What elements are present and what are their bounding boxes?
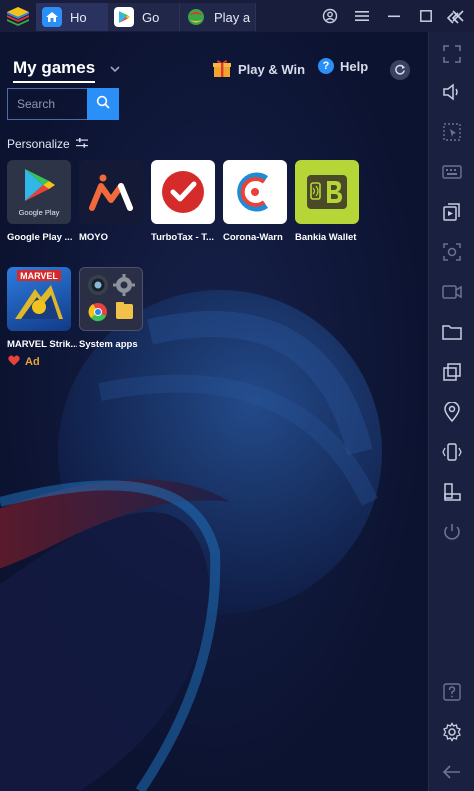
- record-icon[interactable]: [440, 280, 464, 304]
- page-title[interactable]: My games: [13, 58, 96, 83]
- home-icon: [42, 7, 62, 27]
- help-label: Help: [340, 58, 369, 74]
- app-google-play[interactable]: Google Play Google Play ...: [7, 160, 77, 243]
- game-ball-icon: [186, 7, 206, 27]
- shake-icon[interactable]: [440, 440, 464, 464]
- google-play-caption: Google Play: [18, 208, 60, 217]
- back-icon[interactable]: [440, 760, 464, 784]
- settings-icon[interactable]: [440, 720, 464, 744]
- app-label: System apps: [79, 339, 138, 350]
- refresh-icon[interactable]: [390, 60, 410, 80]
- app-label: Corona-Warn: [223, 232, 283, 243]
- play-and-win-label: Play & Win: [238, 62, 306, 77]
- google-play-icon: [114, 7, 134, 27]
- system-apps-folder-icon: [79, 267, 143, 331]
- app-bankia-wallet[interactable]: Bankia Wallet: [295, 160, 365, 243]
- menu-icon[interactable]: [346, 0, 378, 32]
- turbotax-app-icon: [151, 160, 215, 224]
- home-screen: My games Play & Win ? Help Search Person…: [0, 32, 428, 791]
- device-rotate-icon[interactable]: [440, 480, 464, 504]
- app-label: MARVEL Strik...: [7, 339, 77, 350]
- svg-text:MARVEL: MARVEL: [20, 271, 58, 281]
- app-label: MOYO: [79, 232, 109, 243]
- marvel-strike-force-app-icon: MARVEL: [7, 267, 71, 331]
- app-label: TurboTax - T...: [151, 232, 214, 243]
- tab-label: Ho: [70, 9, 87, 25]
- app-moyo[interactable]: MOYO: [79, 160, 149, 243]
- search-box: [7, 88, 119, 120]
- gift-icon: [212, 58, 232, 81]
- ad-badge: Ad: [8, 355, 40, 369]
- volume-icon[interactable]: [440, 80, 464, 104]
- app-label: Google Play ...: [7, 232, 73, 243]
- account-icon[interactable]: [314, 0, 346, 32]
- tab-home[interactable]: Ho: [36, 3, 108, 31]
- tab-play-and-win[interactable]: Play a: [180, 3, 256, 31]
- folder-icon[interactable]: [440, 320, 464, 344]
- header: My games Play & Win ? Help: [0, 54, 428, 88]
- location-icon[interactable]: [440, 400, 464, 424]
- chevron-down-icon[interactable]: [108, 62, 122, 76]
- app-label: Bankia Wallet: [295, 232, 357, 243]
- fullscreen-icon[interactable]: [440, 42, 464, 66]
- search-input[interactable]: [7, 88, 87, 120]
- app-corona-warn[interactable]: Corona-Warn: [223, 160, 293, 243]
- help-circle-icon: ?: [318, 58, 334, 74]
- help-button[interactable]: ? Help: [318, 58, 368, 74]
- select-icon[interactable]: [440, 120, 464, 144]
- app-marvel-strike-force[interactable]: MARVEL MARVEL Strik...: [7, 267, 77, 350]
- google-play-app-icon: Google Play: [7, 160, 71, 224]
- personalize-button[interactable]: Personalize: [7, 137, 88, 151]
- search-button[interactable]: [87, 88, 119, 120]
- app-turbotax[interactable]: TurboTax - T...: [151, 160, 221, 243]
- personalize-label: Personalize: [7, 137, 70, 151]
- keyboard-icon[interactable]: [440, 160, 464, 184]
- tab-label: Play a: [214, 9, 251, 25]
- title-bar: Ho Go Play a: [0, 0, 474, 32]
- search-icon: [96, 95, 110, 114]
- right-sidebar: [428, 12, 474, 791]
- sliders-icon: [75, 137, 88, 151]
- minimize-icon[interactable]: [378, 0, 410, 32]
- play-and-win-button[interactable]: Play & Win: [212, 58, 305, 81]
- ad-label: Ad: [25, 356, 40, 368]
- app-system-apps[interactable]: System apps: [79, 267, 149, 350]
- bluestacks-logo-icon[interactable]: [0, 0, 36, 32]
- corona-warn-app-icon: [223, 160, 287, 224]
- heart-icon: [8, 355, 20, 369]
- screenshot-icon[interactable]: [440, 240, 464, 264]
- media-manager-icon[interactable]: [440, 200, 464, 224]
- tab-label: Go: [142, 9, 160, 25]
- multi-instance-icon[interactable]: [440, 360, 464, 384]
- help-icon[interactable]: [440, 680, 464, 704]
- moyo-app-icon: [79, 160, 143, 224]
- tab-google-play[interactable]: Go: [108, 3, 180, 31]
- collapse-sidebar-icon[interactable]: [436, 4, 470, 32]
- eco-mode-icon[interactable]: [440, 520, 464, 544]
- bankia-wallet-app-icon: [295, 160, 359, 224]
